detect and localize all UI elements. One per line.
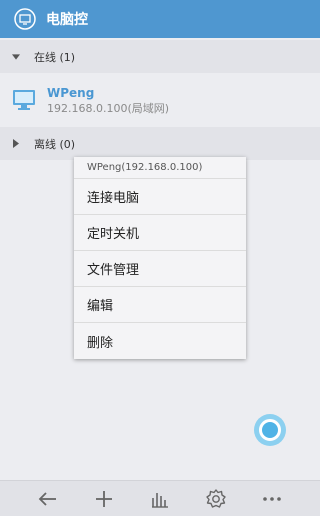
device-name: WPeng <box>47 85 95 100</box>
menu-item-file-manager[interactable]: 文件管理 <box>74 251 246 287</box>
bar-chart-icon[interactable] <box>148 487 172 511</box>
bottom-toolbar <box>0 480 320 516</box>
group-label-offline: 离线 (0) <box>34 137 76 151</box>
group-label-online: 在线 (1) <box>34 50 76 64</box>
more-icon[interactable] <box>260 487 284 511</box>
title-bar: 电脑控 <box>0 0 320 38</box>
context-menu: WPeng(192.168.0.100) 连接电脑 定时关机 文件管理 编辑 删… <box>74 157 246 359</box>
back-arrow-icon[interactable] <box>36 487 60 511</box>
group-header-offline[interactable]: 离线 (0) <box>0 127 320 160</box>
computer-icon <box>12 89 36 111</box>
floating-action-button[interactable] <box>254 414 286 446</box>
plus-icon[interactable] <box>92 487 116 511</box>
chevron-right-icon <box>12 139 20 148</box>
context-menu-header: WPeng(192.168.0.100) <box>74 157 246 179</box>
menu-item-connect[interactable]: 连接电脑 <box>74 179 246 215</box>
app-logo-icon <box>14 8 36 30</box>
gear-icon[interactable] <box>204 487 228 511</box>
menu-item-delete[interactable]: 删除 <box>74 323 246 359</box>
app-title: 电脑控 <box>46 12 88 28</box>
device-row[interactable]: WPeng 192.168.0.100(局域网) <box>0 77 320 123</box>
menu-item-edit[interactable]: 编辑 <box>74 287 246 323</box>
circle-icon <box>259 419 281 441</box>
device-address: 192.168.0.100(局域网) <box>47 101 170 115</box>
group-header-online[interactable]: 在线 (1) <box>0 40 320 73</box>
menu-item-scheduled-shutdown[interactable]: 定时关机 <box>74 215 246 251</box>
chevron-down-icon <box>12 53 20 61</box>
